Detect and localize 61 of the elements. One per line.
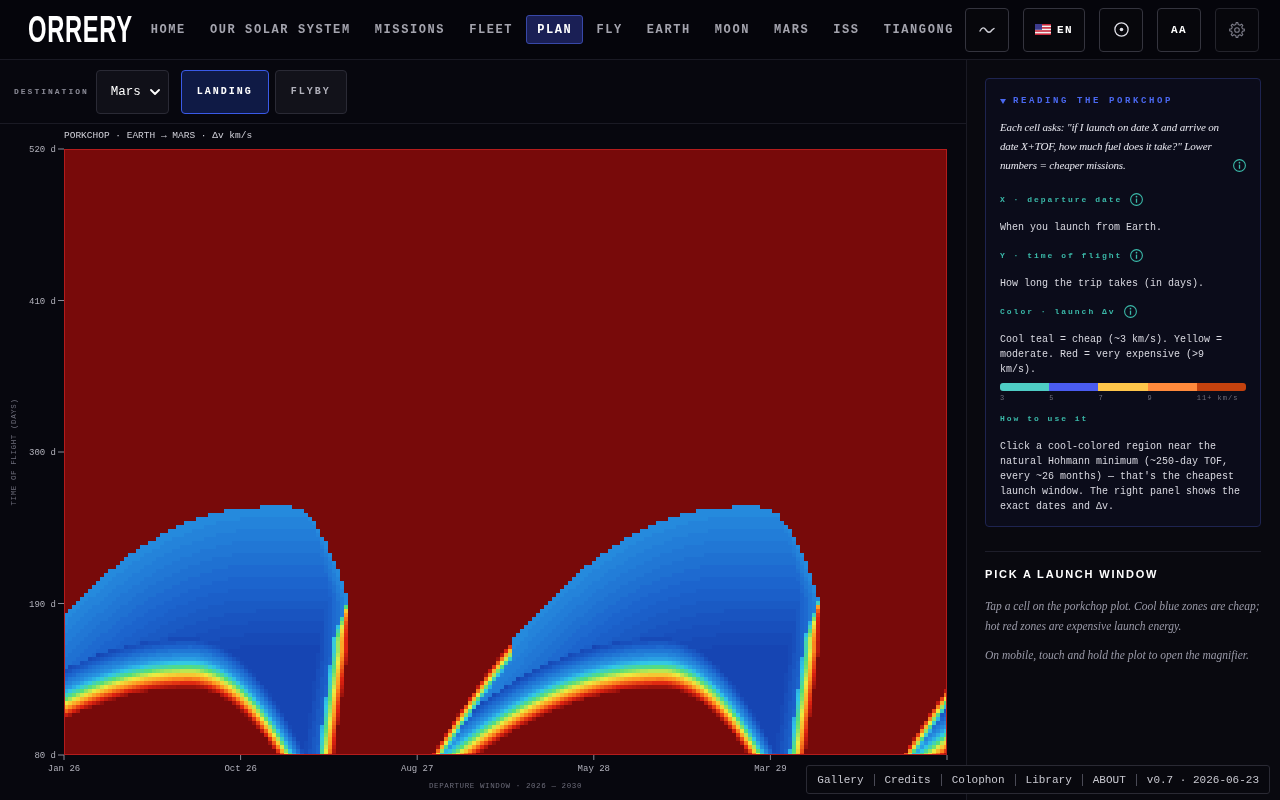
nav-tab[interactable]: MISSIONS bbox=[363, 15, 457, 44]
help-text: Tap a cell on the porkchop plot. Cool blue zones are cheap; hot red zones are expensive launch energy. bbox=[985, 599, 1261, 635]
nav-tab[interactable]: MOON bbox=[703, 15, 762, 44]
wave-icon bbox=[979, 25, 996, 34]
footer-link[interactable]: Credits bbox=[873, 773, 941, 786]
section-heading: Color · launch Δv bbox=[1000, 306, 1116, 316]
language-button[interactable]: EN bbox=[1023, 7, 1086, 52]
info-icon[interactable] bbox=[1233, 159, 1246, 172]
footer-link[interactable]: ABOUT bbox=[1081, 773, 1136, 786]
nav-tab[interactable]: MARS bbox=[763, 15, 821, 44]
caret-down-icon bbox=[1000, 98, 1006, 104]
section-text: Cool teal = cheap (~3 km/s). Yellow = moderate. Red = very expensive (>9 km/s). bbox=[1000, 333, 1224, 377]
section-text: How long the trip takes (in days). bbox=[1000, 277, 1206, 291]
nav-tab[interactable]: FLEET bbox=[458, 15, 525, 44]
footer-link[interactable]: Library bbox=[1014, 773, 1082, 786]
help-text: On mobile, touch and hold the plot to open the magnifier. bbox=[985, 648, 1250, 664]
chevron-down-icon bbox=[149, 88, 160, 95]
flag-icon bbox=[1034, 24, 1051, 35]
section-text: Click a cool-colored region near the natural Hohmann minimum (~250-day TOF, every ~26 months) — that's the cheapest launch window. The right panel shows the exact dates and Δv. bbox=[1000, 440, 1242, 514]
circle-dot-icon bbox=[1113, 22, 1129, 37]
info-icon[interactable] bbox=[1130, 192, 1144, 206]
mode-button[interactable]: FLYBY bbox=[274, 69, 347, 114]
porkchop-heatmap[interactable] bbox=[64, 149, 947, 755]
app-logo[interactable]: ORRERY bbox=[28, 11, 133, 48]
axis-tick-label: 80 d bbox=[34, 751, 56, 761]
nav-tab[interactable]: EARTH bbox=[635, 15, 702, 44]
nav-tab[interactable]: PLAN bbox=[526, 15, 584, 44]
intro-text: Each cell asks: "if I launch on date X and arrive on date X+TOF, how much fuel does it take?" Lower numbers = cheaper missions. bbox=[1000, 120, 1220, 173]
nav-tab[interactable]: TIANGONG bbox=[872, 15, 966, 44]
section-text: When you launch from Earth. bbox=[1000, 221, 1164, 235]
axis-tick-label: Jan 26 bbox=[47, 764, 81, 774]
section-title: PICK A LAUNCH WINDOW bbox=[985, 568, 1160, 581]
section-heading: X · departure date bbox=[1000, 194, 1123, 204]
text-size-button[interactable]: AA bbox=[1157, 7, 1202, 52]
axis-tick-label: Mar 29 bbox=[754, 764, 787, 774]
info-icon[interactable] bbox=[1123, 304, 1137, 318]
axis-tick-label: Aug 27 bbox=[401, 764, 434, 774]
section-heading: Y · time of flight bbox=[1000, 250, 1123, 260]
nav-tab[interactable]: HOME bbox=[139, 15, 197, 44]
footer-link[interactable]: Gallery bbox=[807, 773, 874, 786]
settings-button[interactable] bbox=[1215, 7, 1260, 52]
version-text: v0.7 · 2026-06-23 bbox=[1135, 773, 1269, 786]
axis-tick-label: Oct 26 bbox=[224, 764, 257, 774]
axis-tick-label: May 28 bbox=[577, 764, 610, 774]
footer-link[interactable]: Colophon bbox=[940, 773, 1015, 786]
axis-tick-label: 410 d bbox=[29, 296, 56, 307]
destination-select[interactable]: Mars bbox=[95, 69, 169, 114]
info-icon[interactable] bbox=[1130, 248, 1144, 262]
axis-tick-label: 300 d bbox=[29, 448, 56, 458]
mode-button[interactable]: LANDING bbox=[180, 69, 269, 114]
nav-tab[interactable]: ISS bbox=[822, 15, 871, 44]
axis-tick-label: 190 d bbox=[29, 599, 56, 610]
nav-tab[interactable]: OUR SOLAR SYSTEM bbox=[198, 15, 362, 44]
settings-icon bbox=[1229, 21, 1246, 38]
field-label: DESTINATION bbox=[14, 87, 89, 96]
chart-title: PORKCHOP · EARTH → MARS · Δv km/s bbox=[64, 130, 253, 141]
section-heading: How to use it bbox=[1000, 413, 1089, 423]
nav-tab[interactable]: FLY bbox=[585, 15, 634, 44]
target-button[interactable] bbox=[1099, 7, 1144, 52]
guide-toggle[interactable]: READING THE PORKCHOP bbox=[1000, 94, 1174, 108]
axis-tick-label: 520 d bbox=[29, 145, 56, 155]
